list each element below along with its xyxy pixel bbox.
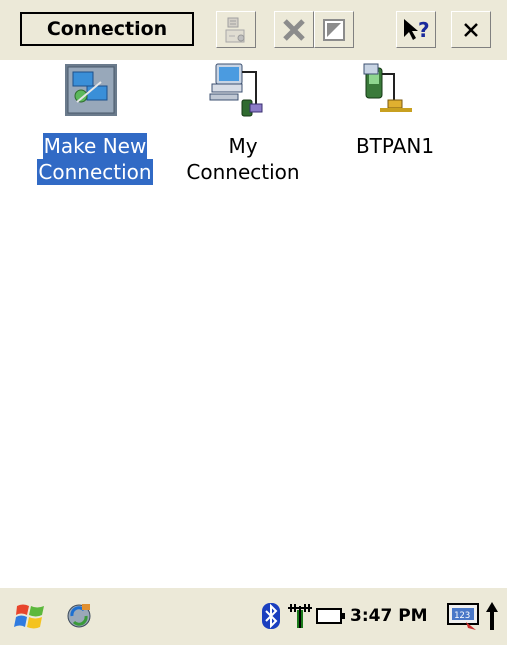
connections-list: Make New Connection My Connection BTPAN1 (0, 60, 507, 570)
taskbar: 3:47 PM 123 (0, 588, 507, 645)
svg-text:123: 123 (454, 611, 470, 621)
properties-icon (223, 16, 249, 44)
connection-label-line1: Make New (42, 133, 148, 159)
input-panel-icon[interactable]: 123 (446, 600, 480, 636)
up-arrow-icon[interactable] (484, 600, 500, 636)
dialup-connection-icon (208, 62, 264, 118)
connection-label-line2: Connection (37, 159, 153, 185)
battery-icon[interactable] (316, 607, 346, 629)
clock[interactable]: 3:47 PM (350, 604, 428, 628)
start-windows-icon[interactable] (14, 600, 48, 636)
help-arrow-icon: ? (401, 17, 431, 43)
connection-label: BTPAN1 (320, 133, 470, 159)
delete-x-icon (281, 17, 307, 43)
svg-text:?: ? (418, 18, 430, 42)
signal-strength-icon[interactable] (286, 602, 314, 634)
close-icon (461, 20, 481, 40)
connection-label-line2: Connection (186, 160, 300, 184)
bluetooth-icon[interactable] (261, 602, 281, 634)
connection-label-line1: BTPAN1 (355, 134, 435, 158)
window-title[interactable]: Connection (20, 12, 194, 46)
network-sync-icon[interactable] (64, 602, 94, 634)
command-bar: Connection ? (0, 0, 507, 60)
connection-label: Make New Connection (20, 133, 170, 185)
delete-button[interactable] (274, 11, 314, 48)
view-button[interactable] (314, 11, 354, 48)
view-icon (321, 17, 347, 43)
connection-label-line1: My (228, 134, 258, 158)
close-button[interactable] (451, 11, 491, 48)
properties-button[interactable] (216, 11, 256, 48)
make-new-connection-icon (63, 62, 119, 118)
help-button[interactable]: ? (396, 11, 436, 48)
connection-label: My Connection (168, 133, 318, 185)
bluetooth-pan-connection-icon (360, 62, 416, 118)
